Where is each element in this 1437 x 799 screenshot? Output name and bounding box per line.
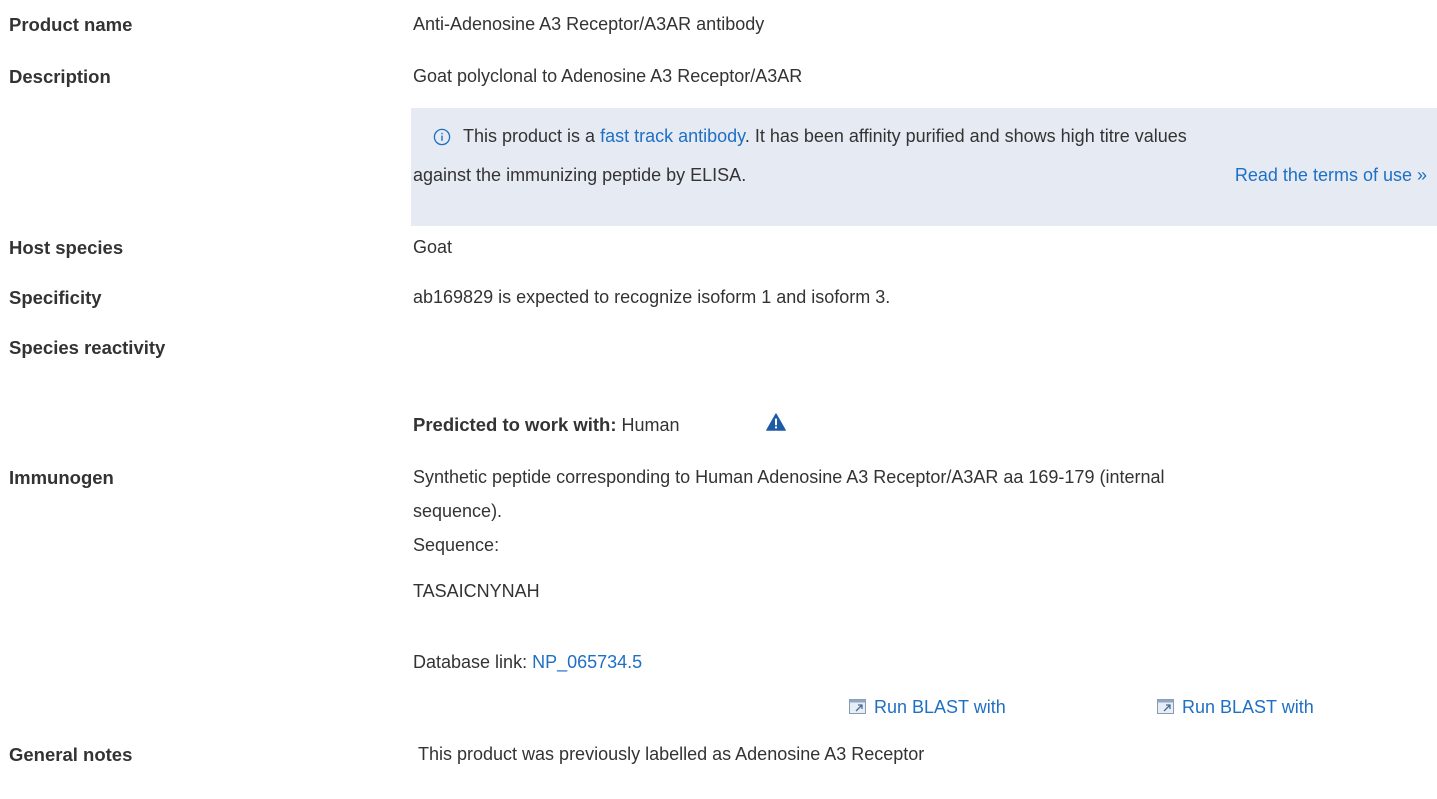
predicted-label: Predicted to work with: bbox=[413, 414, 617, 435]
sequence-label: Sequence: bbox=[413, 535, 500, 555]
specificity-label: Specificity bbox=[9, 287, 102, 308]
product-name-label: Product name bbox=[9, 14, 133, 35]
warning-triangle-icon[interactable] bbox=[766, 413, 786, 431]
fast-track-antibody-link[interactable]: fast track antibody bbox=[600, 126, 745, 146]
notice-text-before: This product is a bbox=[463, 126, 601, 146]
host-species-label: Host species bbox=[9, 237, 124, 258]
notice-line-2: against the immunizing peptide by ELISA. bbox=[413, 165, 747, 185]
run-blast-button-2[interactable]: Run BLAST with bbox=[1157, 697, 1314, 718]
run-blast-link-2[interactable]: Run BLAST with bbox=[1182, 697, 1314, 717]
immunogen-label: Immunogen bbox=[9, 467, 114, 488]
general-notes-value: This product was previously labelled as … bbox=[418, 744, 925, 764]
fast-track-notice: This product is a fast track antibody. I… bbox=[411, 108, 1437, 226]
immunogen-line-2: sequence). bbox=[413, 501, 503, 521]
read-terms-link[interactable]: Read the terms of use » bbox=[1235, 165, 1427, 186]
specificity-value: ab169829 is expected to recognize isofor… bbox=[413, 287, 891, 307]
database-link[interactable]: NP_065734.5 bbox=[532, 652, 642, 672]
external-window-icon bbox=[849, 699, 866, 714]
description-value: Goat polyclonal to Adenosine A3 Receptor… bbox=[413, 66, 803, 86]
host-species-value: Goat bbox=[413, 237, 453, 257]
sequence-value: TASAICNYNAH bbox=[413, 581, 540, 601]
database-link-row: Database link: NP_065734.5 bbox=[413, 652, 642, 673]
notice-text-after: . It has been affinity purified and show… bbox=[744, 126, 1187, 146]
description-label: Description bbox=[9, 66, 111, 87]
external-window-icon bbox=[1157, 699, 1174, 714]
run-blast-button-1[interactable]: Run BLAST with bbox=[849, 697, 1006, 718]
product-name-value: Anti-Adenosine A3 Receptor/A3AR antibody bbox=[413, 14, 765, 34]
info-circle-icon bbox=[433, 128, 451, 146]
predicted-value: Human bbox=[621, 415, 680, 435]
run-blast-link-1[interactable]: Run BLAST with bbox=[874, 697, 1006, 717]
immunogen-line-1: Synthetic peptide corresponding to Human… bbox=[413, 467, 1165, 487]
general-notes-label: General notes bbox=[9, 744, 133, 765]
species-reactivity-label: Species reactivity bbox=[9, 337, 166, 358]
database-link-prefix: Database link: bbox=[413, 652, 533, 672]
predicted-to-work-row: Predicted to work with: Human bbox=[413, 414, 680, 436]
